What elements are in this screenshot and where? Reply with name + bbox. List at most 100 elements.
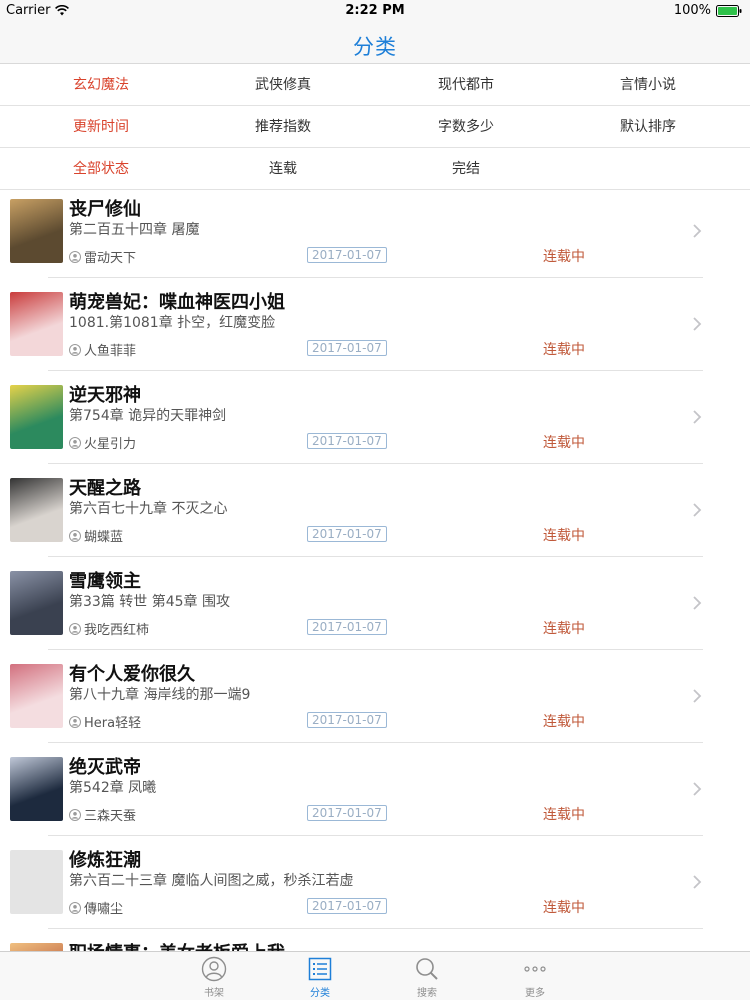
book-row[interactable]: 萌宠兽妃：喋血神医四小姐 1081.第1081章 扑空，红魔变脸人鱼菲菲 2017-…: [0, 278, 750, 371]
filter-option[interactable]: 连载: [223, 148, 343, 190]
author-name: 雷动天下: [84, 251, 137, 266]
serial-status: 连载中: [543, 714, 585, 730]
book-list: 丧尸修仙 第二百五十四章 屠魔 雷动天下 2017-01-07 连载中 萌宠兽妃：喋血神医…: [0, 185, 750, 1000]
filter-option[interactable]: 言情小说: [588, 64, 708, 106]
latest-chapter: 第二百五十四章 屠魔: [69, 222, 200, 238]
book-row[interactable]: 修炼狂潮第六百二十三章 魔临人间图之威，秒杀江若虚傳嘯尘 2017-01-07 连载…: [0, 836, 750, 929]
book-title: 绝灭武帝: [69, 757, 141, 778]
latest-chapter: 1081.第1081章 扑空，红魔变脸: [69, 315, 276, 331]
chevron-right-icon: [693, 503, 702, 517]
author-name: 蝴蝶蓝: [84, 530, 124, 545]
filter-row-category: 玄幻魔法 武侠修真 现代都市 言情小说: [0, 64, 750, 106]
book-title: 丧尸修仙: [69, 199, 141, 220]
tab-search[interactable]: 搜索: [397, 956, 457, 999]
author-name: 我吃西红柿: [84, 623, 150, 638]
book-author: 人鱼菲菲: [69, 340, 136, 359]
latest-chapter: 第六百七十九章 不灭之心: [69, 501, 228, 517]
serial-status: 连载中: [543, 342, 585, 358]
author-name: 火星引力: [84, 437, 137, 452]
status-time: 2:22 PM: [345, 3, 405, 18]
tab-more[interactable]: 更多: [505, 956, 565, 999]
filter-option[interactable]: 完结: [406, 148, 526, 190]
latest-chapter: 第八十九章 海岸线的那一端9: [69, 687, 251, 703]
book-row[interactable]: 逆天邪神第754章 诡异的天罪神剑火星引力 2017-01-07 连载中: [0, 371, 750, 464]
update-date-badge: 2017-01-07: [307, 805, 387, 821]
book-row[interactable]: 丧尸修仙第二百五十四章 屠魔雷动天下 2017-01-07 连载中: [0, 185, 750, 278]
user-icon: [69, 622, 81, 635]
book-row[interactable]: 雪鹰领主 第33篇 转世 第45章 围攻 我吃西红柿 2017-01-07 连载中: [0, 557, 750, 650]
book-row[interactable]: 绝灭武帝第542章 凤曦 三森天蚕 2017-01-07 连载中: [0, 743, 750, 836]
chevron-right-icon: [693, 317, 702, 331]
author-name: 傳嘯尘: [84, 902, 124, 917]
app-root: Carrier 2:22 PM 100% 分类 玄幻魔法 武侠修真 现代都市 言…: [0, 0, 750, 1000]
serial-status: 连载中: [543, 900, 585, 916]
update-date-badge: 2017-01-07: [307, 433, 387, 449]
person-icon: [201, 956, 227, 982]
book-author: 蝴蝶蓝: [69, 526, 123, 545]
book-cover: [10, 571, 63, 635]
latest-chapter: 第754章 诡异的天罪神剑: [69, 408, 227, 424]
filter-option[interactable]: 推荐指数: [223, 106, 343, 148]
serial-status: 连载中: [543, 249, 585, 265]
update-date-badge: 2017-01-07: [307, 247, 387, 263]
latest-chapter: 第六百二十三章 魔临人间图之威，秒杀江若虚: [69, 873, 354, 889]
book-title: 逆天邪神: [69, 385, 141, 406]
book-title: 天醒之路: [69, 478, 141, 499]
chevron-right-icon: [693, 410, 702, 424]
serial-status: 连载中: [543, 807, 585, 823]
book-author: 我吃西红柿: [69, 619, 149, 638]
user-icon: [69, 343, 81, 356]
user-icon: [69, 808, 81, 821]
serial-status: 连载中: [543, 528, 585, 544]
update-date-badge: 2017-01-07: [307, 619, 387, 635]
filter-option[interactable]: 字数多少: [406, 106, 526, 148]
author-name: 人鱼菲菲: [84, 344, 137, 359]
update-date-badge: 2017-01-07: [307, 526, 387, 542]
filter-option[interactable]: 现代都市: [406, 64, 526, 106]
book-title: 有个人爱你很久: [69, 664, 195, 685]
book-author: 傳嘯尘: [69, 898, 123, 917]
update-date-badge: 2017-01-07: [307, 898, 387, 914]
latest-chapter: 第33篇 转世 第45章 围攻: [69, 594, 230, 610]
author-name: Hera轻轻: [84, 716, 142, 731]
filter-option[interactable]: 玄幻魔法: [41, 64, 161, 106]
tab-category[interactable]: 分类: [290, 956, 350, 999]
filter-row-status: 全部状态 连载 完结: [0, 148, 750, 190]
serial-status: 连载中: [543, 435, 585, 451]
filter-option[interactable]: 武侠修真: [223, 64, 343, 106]
tab-label: 搜索: [417, 988, 437, 999]
update-date-badge: 2017-01-07: [307, 340, 387, 356]
filter-panel: 玄幻魔法 武侠修真 现代都市 言情小说 更新时间 推荐指数 字数多少 默认排序 …: [0, 64, 750, 190]
tab-label: 分类: [310, 988, 330, 999]
book-title: 萌宠兽妃：喋血神医四小姐: [69, 292, 285, 313]
book-row[interactable]: 天醒之路第六百七十九章 不灭之心蝴蝶蓝 2017-01-07 连载中: [0, 464, 750, 557]
book-author: 三森天蚕: [69, 805, 136, 824]
book-cover: [10, 385, 63, 449]
latest-chapter: 第542章 凤曦: [69, 780, 157, 796]
user-icon: [69, 250, 81, 263]
filter-option[interactable]: 更新时间: [41, 106, 161, 148]
filter-option[interactable]: 默认排序: [588, 106, 708, 148]
filter-row-sort: 更新时间 推荐指数 字数多少 默认排序: [0, 106, 750, 148]
book-cover: [10, 850, 63, 914]
book-cover: [10, 757, 63, 821]
serial-status: 连载中: [543, 621, 585, 637]
book-row[interactable]: 有个人爱你很久第八十九章 海岸线的那一端9 Hera轻轻 2017-01-07 连载中: [0, 650, 750, 743]
book-author: 雷动天下: [69, 247, 136, 266]
author-name: 三森天蚕: [84, 809, 137, 824]
status-right: 100%: [674, 3, 742, 18]
battery-percent: 100%: [673, 3, 711, 18]
book-cover: [10, 292, 63, 356]
filter-option[interactable]: 全部状态: [41, 148, 161, 190]
book-cover: [10, 199, 63, 263]
more-icon: [524, 966, 546, 972]
chevron-right-icon: [693, 689, 702, 703]
chevron-right-icon: [693, 875, 702, 889]
chevron-right-icon: [693, 782, 702, 796]
update-date-badge: 2017-01-07: [307, 712, 387, 728]
user-icon: [69, 901, 81, 914]
status-bar: Carrier 2:22 PM 100%: [0, 0, 750, 22]
book-title: 修炼狂潮: [69, 850, 141, 871]
tab-bookshelf[interactable]: 书架: [184, 956, 244, 999]
user-icon: [69, 715, 81, 728]
